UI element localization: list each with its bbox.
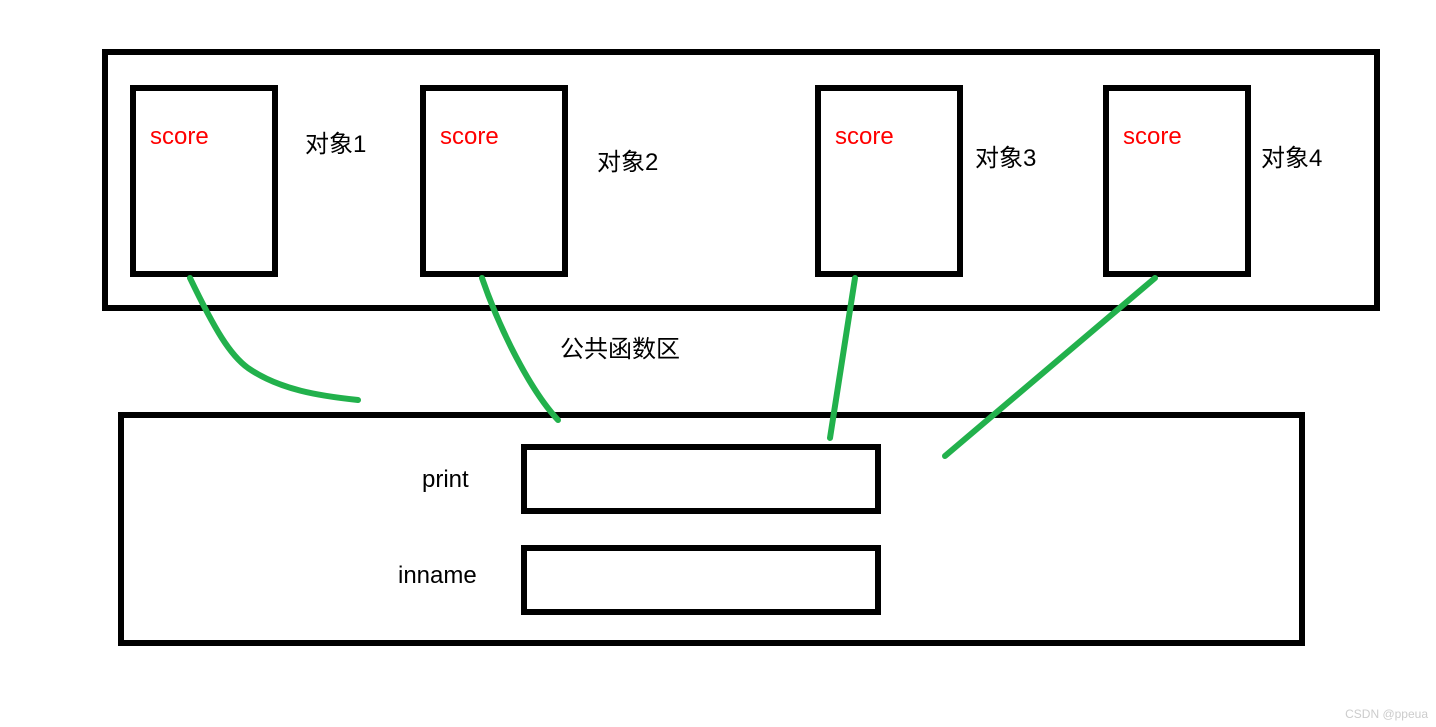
shared-function-section-label: 公共函数区 — [560, 329, 680, 364]
watermark-text: CSDN @ppeua — [1345, 707, 1428, 721]
function-label-inname: inname — [398, 562, 477, 590]
object-label-1: 对象1 — [305, 124, 366, 159]
function-label-print: print — [422, 466, 469, 494]
object-label-4: 对象4 — [1261, 138, 1322, 173]
object-label-3: 对象3 — [975, 138, 1036, 173]
function-box-print — [521, 444, 881, 514]
object-field-2: score — [440, 123, 499, 150]
object-field-3: score — [835, 123, 894, 150]
object-field-1: score — [150, 123, 209, 150]
object-box-1: score — [130, 85, 278, 277]
function-box-inname — [521, 545, 881, 615]
object-box-3: score — [815, 85, 963, 277]
object-box-4: score — [1103, 85, 1251, 277]
object-field-4: score — [1123, 123, 1182, 150]
diagram-container: score 对象1 score 对象2 score 对象3 score 对象4 … — [0, 0, 1436, 727]
object-box-2: score — [420, 85, 568, 277]
object-label-2: 对象2 — [597, 142, 658, 177]
